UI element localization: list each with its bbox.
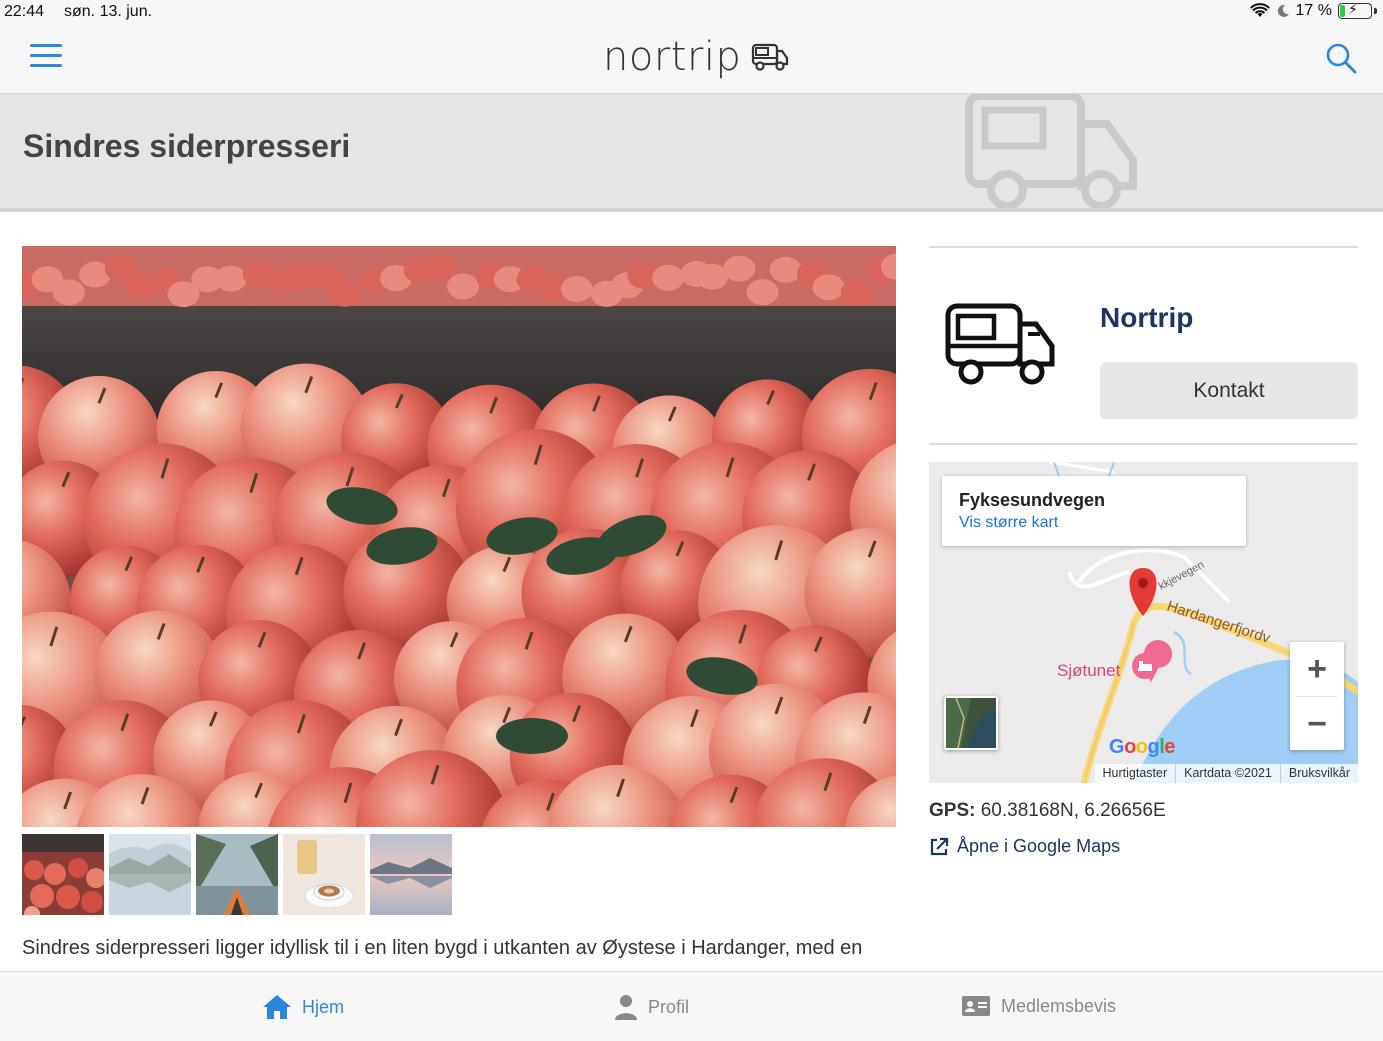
google-logo: Google [1109, 736, 1175, 758]
open-google-maps-link[interactable]: Åpne i Google Maps [929, 836, 1120, 857]
external-link-icon [930, 837, 949, 855]
divider [929, 246, 1358, 248]
nav-membership[interactable]: Medlemsbevis [961, 994, 1116, 1018]
hero-image[interactable] [22, 246, 896, 827]
hamburger-menu-icon[interactable] [30, 44, 64, 72]
title-band: Sindres siderpresseri [0, 94, 1383, 212]
app-header: nortrip [0, 24, 1383, 94]
map-place-name: Fyksesundvegen [959, 490, 1106, 510]
map-info-card: Fyksesundvegen Vis større kart [942, 476, 1246, 546]
status-indicators: 17 % ⚡ [1249, 1, 1377, 20]
map-label-poi: Sjøtunet [1057, 661, 1121, 680]
status-time: 22:44 [4, 3, 45, 20]
divider [929, 443, 1358, 445]
thumbnail-strip [22, 834, 452, 915]
battery-percent: 17 % [1295, 2, 1332, 19]
thumbnail-apples[interactable] [22, 834, 104, 915]
description-text: Sindres siderpresseri ligger idyllisk ti… [22, 937, 863, 959]
zoom-control: + − [1290, 642, 1344, 750]
moon-icon [1277, 4, 1289, 17]
page-title: Sindres siderpresseri [23, 128, 351, 164]
zoom-in-button[interactable]: + [1290, 642, 1344, 696]
gps-value: 60.38168N, 6.26656E [980, 800, 1166, 821]
nortrip-logo[interactable]: nortrip [603, 34, 789, 80]
view-larger-map-link[interactable]: Vis større kart [959, 514, 1058, 532]
gps-label: GPS: [929, 800, 976, 821]
nav-home[interactable]: Hjem [262, 994, 344, 1020]
camper-van-icon [752, 43, 789, 71]
satellite-toggle[interactable] [944, 696, 998, 750]
status-bar: 22:44 søn. 13. jun. 17 % ⚡ [0, 0, 1383, 24]
thumbnail-lake-dusk[interactable] [370, 834, 452, 915]
logo-text: nortrip [603, 34, 742, 80]
battery-icon: ⚡ [1338, 1, 1372, 19]
map-data-attribution: Kartdata ©2021 [1175, 764, 1280, 783]
nav-home-label: Hjem [302, 996, 345, 1017]
thumbnail-cider-coffee[interactable] [283, 834, 365, 915]
nav-membership-label: Medlemsbevis [1001, 995, 1117, 1016]
gps-coordinates: GPS: 60.38168N, 6.26656E [929, 800, 1166, 822]
thumbnail-lake-reflection[interactable] [109, 834, 191, 915]
camper-van-watermark-icon [965, 94, 1137, 208]
search-icon[interactable] [1325, 42, 1357, 74]
user-icon [615, 995, 637, 1020]
id-card-icon [962, 996, 990, 1016]
wifi-icon [1249, 3, 1270, 17]
keyboard-shortcuts-link[interactable]: Hurtigtaster [1095, 764, 1176, 783]
provider-name[interactable]: Nortrip [1100, 302, 1193, 334]
status-date: søn. 13. jun. [64, 3, 153, 20]
battery-cap [1374, 8, 1377, 14]
home-icon [263, 995, 291, 1019]
map-embed[interactable]: kkjevegen Hardangerfjordv Sjøtunet Fykse… [929, 462, 1358, 783]
bottom-navigation: Hjem Profil Medlemsbevis [0, 971, 1383, 1041]
nav-profile[interactable]: Profil [614, 994, 689, 1020]
map-footer: Hurtigtaster Kartdata ©2021 Bruksvilkår [1094, 764, 1358, 783]
thumbnail-fjord-kayak[interactable] [196, 834, 278, 915]
nav-profile-label: Profil [648, 996, 690, 1017]
contact-button[interactable]: Kontakt [1100, 362, 1358, 419]
zoom-out-button[interactable]: − [1290, 697, 1344, 751]
terms-link[interactable]: Bruksvilkår [1279, 764, 1358, 783]
open-google-maps-label: Åpne i Google Maps [957, 836, 1121, 856]
provider-camper-logo-icon [944, 300, 1058, 397]
